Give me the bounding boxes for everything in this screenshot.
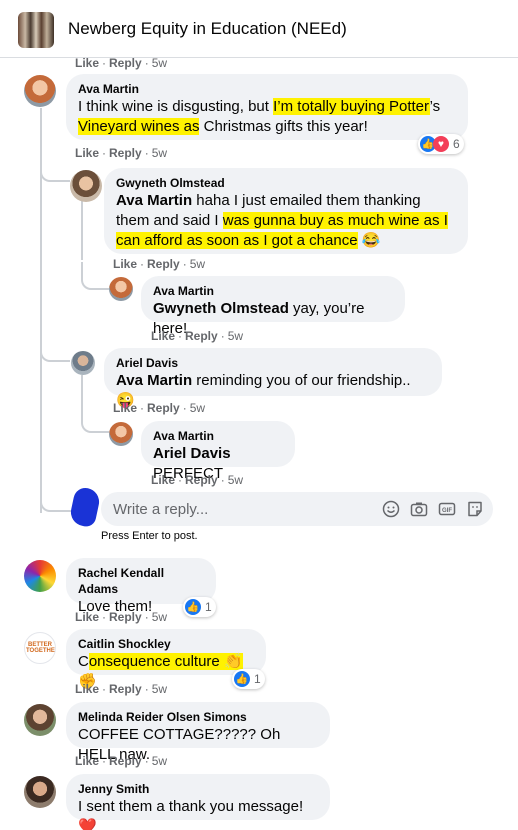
camera-icon[interactable] xyxy=(409,499,429,519)
avatar[interactable] xyxy=(71,351,95,375)
thread-elbow xyxy=(81,405,109,433)
timestamp: 5w xyxy=(151,610,168,624)
comment-actions: Like · Reply · 5w xyxy=(113,401,206,415)
comment-bubble: Ariel Davis Ava Martin reminding you of … xyxy=(104,348,442,409)
comment-author[interactable]: Ava Martin xyxy=(153,428,283,444)
reply-input[interactable] xyxy=(113,500,373,518)
comment-bubble: Ava Martin Gwyneth Olmstead yay, you’re … xyxy=(141,276,405,337)
like-link[interactable]: Like xyxy=(75,682,99,696)
reaction-count: 1 xyxy=(205,600,212,614)
reply-link[interactable]: Reply xyxy=(147,401,180,415)
avatar[interactable] xyxy=(109,277,133,301)
comment-author[interactable]: Melinda Reider Olsen Simons xyxy=(78,709,318,725)
comment-actions: Like · Reply · 5w xyxy=(75,146,168,160)
avatar[interactable] xyxy=(24,560,56,592)
avatar[interactable] xyxy=(24,75,56,107)
like-link[interactable]: Like xyxy=(151,473,175,487)
emoji-icon[interactable] xyxy=(381,499,401,519)
timestamp: 5w xyxy=(151,146,168,160)
svg-text:GIF: GIF xyxy=(442,508,452,514)
reply-link[interactable]: Reply xyxy=(109,56,142,70)
group-avatar[interactable] xyxy=(18,12,54,48)
comment-bubble: Ava Martin I think wine is disgusting, b… xyxy=(66,74,468,140)
like-link[interactable]: Like xyxy=(151,329,175,343)
mention[interactable]: Ariel Davis xyxy=(153,445,231,462)
reply-link[interactable]: Reply xyxy=(185,473,218,487)
avatar[interactable] xyxy=(70,170,102,202)
reaction-count: 6 xyxy=(453,137,460,151)
comment-author[interactable]: Jenny Smith xyxy=(78,781,318,797)
comment-text: Ava Martin haha I just emailed them than… xyxy=(116,192,448,249)
gif-icon[interactable]: GIF xyxy=(437,499,457,519)
redacted-avatar xyxy=(68,485,102,529)
like-link[interactable]: Like xyxy=(75,610,99,624)
thread-elbow xyxy=(40,150,70,182)
like-link[interactable]: Like xyxy=(75,56,99,70)
like-reaction-icon: 👍 xyxy=(185,599,201,615)
mention[interactable]: Gwyneth Olmstead xyxy=(153,300,289,317)
avatar[interactable] xyxy=(109,422,133,446)
like-link[interactable]: Like xyxy=(75,146,99,160)
timestamp: 5w xyxy=(189,257,206,271)
like-link[interactable]: Like xyxy=(75,754,99,768)
sticker-icon[interactable] xyxy=(465,499,485,519)
avatar[interactable] xyxy=(24,776,56,808)
reply-link[interactable]: Reply xyxy=(147,257,180,271)
comment-actions: Like · Reply · 5w xyxy=(75,682,168,696)
comment-actions: Like · Reply · 5w xyxy=(151,329,244,343)
comment-author[interactable]: Ava Martin xyxy=(78,81,456,97)
timestamp: 5w xyxy=(151,682,168,696)
reply-link[interactable]: Reply xyxy=(109,682,142,696)
like-link[interactable]: Like xyxy=(113,257,137,271)
mention[interactable]: Ava Martin xyxy=(116,372,192,389)
avatar[interactable]: BETTER TOGETHER xyxy=(24,632,56,664)
comment-author[interactable]: Ava Martin xyxy=(153,283,393,299)
love-reaction-icon: ♥ xyxy=(433,136,449,152)
timestamp: 5w xyxy=(227,473,244,487)
thread-line xyxy=(81,375,83,405)
comment-bubble: Jenny Smith I sent them a thank you mess… xyxy=(66,774,330,830)
thread-elbow xyxy=(81,262,109,290)
comment-author[interactable]: Gwyneth Olmstead xyxy=(116,175,456,191)
comment-text: I sent them a thank you message! ❤️ xyxy=(78,798,304,830)
reply-link[interactable]: Reply xyxy=(109,610,142,624)
comment-bubble: Ava Martin Ariel Davis PERFECT xyxy=(141,421,295,482)
comment-actions: Like · Reply · 5w xyxy=(75,754,168,768)
like-reaction-icon: 👍 xyxy=(234,671,250,687)
thread-elbow xyxy=(40,330,70,362)
comment-actions: Like · Reply · 5w xyxy=(75,610,168,624)
timestamp: 5w xyxy=(189,401,206,415)
reply-link[interactable]: Reply xyxy=(109,146,142,160)
comment-bubble: Melinda Reider Olsen Simons COFFEE COTTA… xyxy=(66,702,330,763)
reply-box[interactable]: GIF xyxy=(101,492,493,526)
reply-input-icons: GIF xyxy=(381,499,485,519)
reaction-summary[interactable]: 👍 ♥ 6 xyxy=(418,134,464,154)
mention[interactable]: Ava Martin xyxy=(116,192,192,209)
group-header: Newberg Equity in Education (NEEd) xyxy=(0,0,518,58)
avatar[interactable] xyxy=(24,704,56,736)
comment-actions: Like · Reply · 5w xyxy=(151,473,244,487)
avatar-logo-text: BETTER TOGETHER xyxy=(26,642,56,654)
comment-text: I think wine is disgusting, but I’m tota… xyxy=(78,98,441,135)
group-title[interactable]: Newberg Equity in Education (NEEd) xyxy=(68,19,347,39)
reply-link[interactable]: Reply xyxy=(185,329,218,343)
comment-author[interactable]: Ariel Davis xyxy=(116,355,430,371)
like-link[interactable]: Like xyxy=(113,401,137,415)
comment-author[interactable]: Rachel Kendall Adams xyxy=(78,565,204,597)
timestamp: 5w xyxy=(151,754,168,768)
timestamp: 5w xyxy=(151,56,168,70)
comment-bubble: Gwyneth Olmstead Ava Martin haha I just … xyxy=(104,168,468,254)
reaction-count: 1 xyxy=(254,672,261,686)
thread-line xyxy=(81,196,83,260)
reply-link[interactable]: Reply xyxy=(109,754,142,768)
timestamp: 5w xyxy=(227,329,244,343)
comment-actions: Like · Reply · 5w xyxy=(113,257,206,271)
comment-bubble: Caitlin Shockley Consequence culture 👏✊ xyxy=(66,629,266,690)
comment-author[interactable]: Caitlin Shockley xyxy=(78,636,254,652)
reaction-summary[interactable]: 👍 1 xyxy=(232,669,265,689)
press-enter-hint: Press Enter to post. xyxy=(101,530,198,542)
reaction-summary[interactable]: 👍 1 xyxy=(183,597,216,617)
thread-elbow xyxy=(40,480,72,512)
